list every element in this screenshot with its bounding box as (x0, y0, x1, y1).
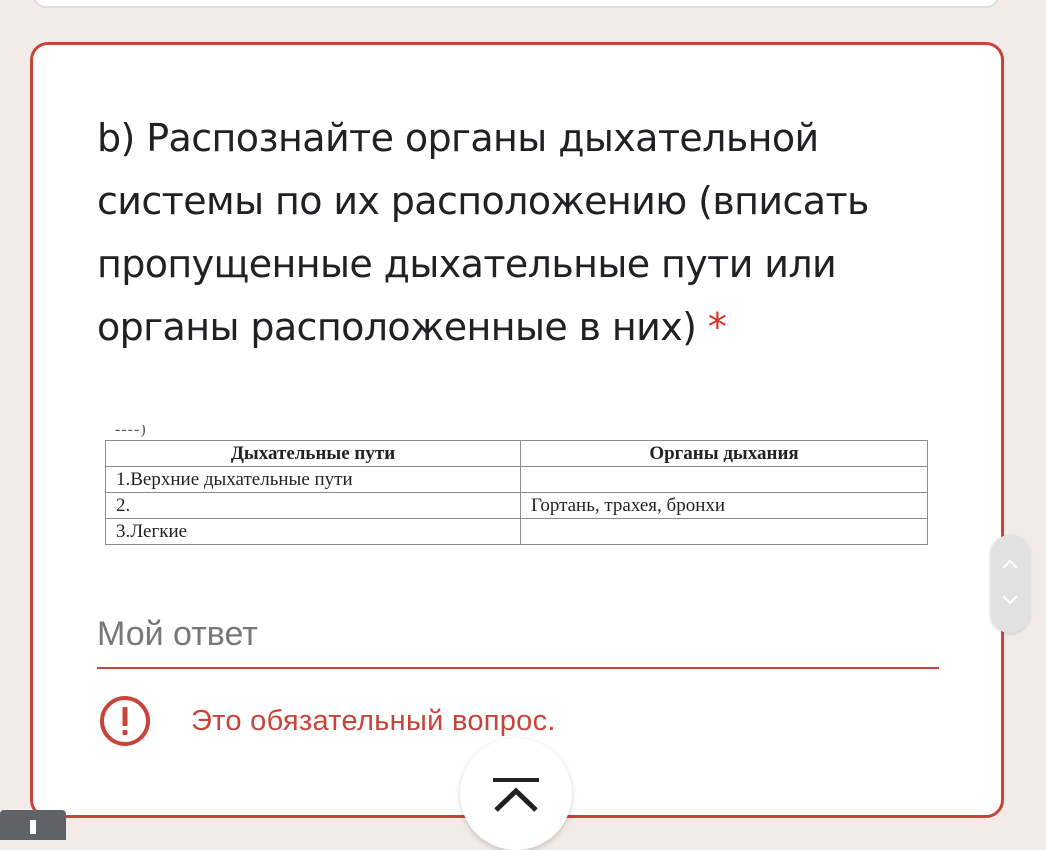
table-row: 1.Верхние дыхательные пути (105, 466, 928, 493)
table-row: 2. Гортань, трахея, бронхи (105, 492, 928, 519)
question-image: ----) Дыхательные пути Органы дыхания 1.… (103, 425, 931, 555)
table-header-cell: Органы дыхания (520, 440, 928, 467)
scroll-to-top-button[interactable] (460, 738, 572, 850)
required-asterisk: * (707, 305, 727, 349)
table-row: 3.Легкие (105, 518, 928, 545)
corner-widget-bar (30, 820, 36, 834)
scroll-handle[interactable] (990, 535, 1030, 633)
question-card: b) Распознайте органы дыхательной систем… (30, 42, 1004, 818)
table-cell: 2. (105, 492, 521, 519)
table-cell (520, 466, 928, 493)
respiratory-table: Дыхательные пути Органы дыхания 1.Верхни… (105, 440, 928, 545)
answer-input[interactable]: Мой ответ (97, 605, 939, 669)
question-title-text: b) Распознайте органы дыхательной систем… (97, 116, 869, 349)
table-header-row: Дыхательные пути Органы дыхания (105, 440, 928, 467)
table-cell: 3.Легкие (105, 518, 521, 545)
question-title: b) Распознайте органы дыхательной систем… (97, 107, 917, 359)
table-cell (520, 518, 928, 545)
chevron-down-icon[interactable] (1000, 593, 1020, 607)
corner-widget[interactable] (0, 810, 66, 840)
image-cropped-text: ----) (115, 425, 147, 438)
scroll-to-top-icon (493, 778, 539, 812)
table-header-cell: Дыхательные пути (105, 440, 521, 467)
table-cell: 1.Верхние дыхательные пути (105, 466, 521, 493)
table-cell: Гортань, трахея, бронхи (520, 492, 928, 519)
error-exclamation-icon (100, 696, 150, 746)
previous-question-card (32, 0, 1000, 8)
chevron-up-icon[interactable] (1000, 557, 1020, 571)
error-message-row: Это обязательный вопрос. (99, 693, 799, 749)
error-message-text: Это обязательный вопрос. (191, 704, 556, 737)
